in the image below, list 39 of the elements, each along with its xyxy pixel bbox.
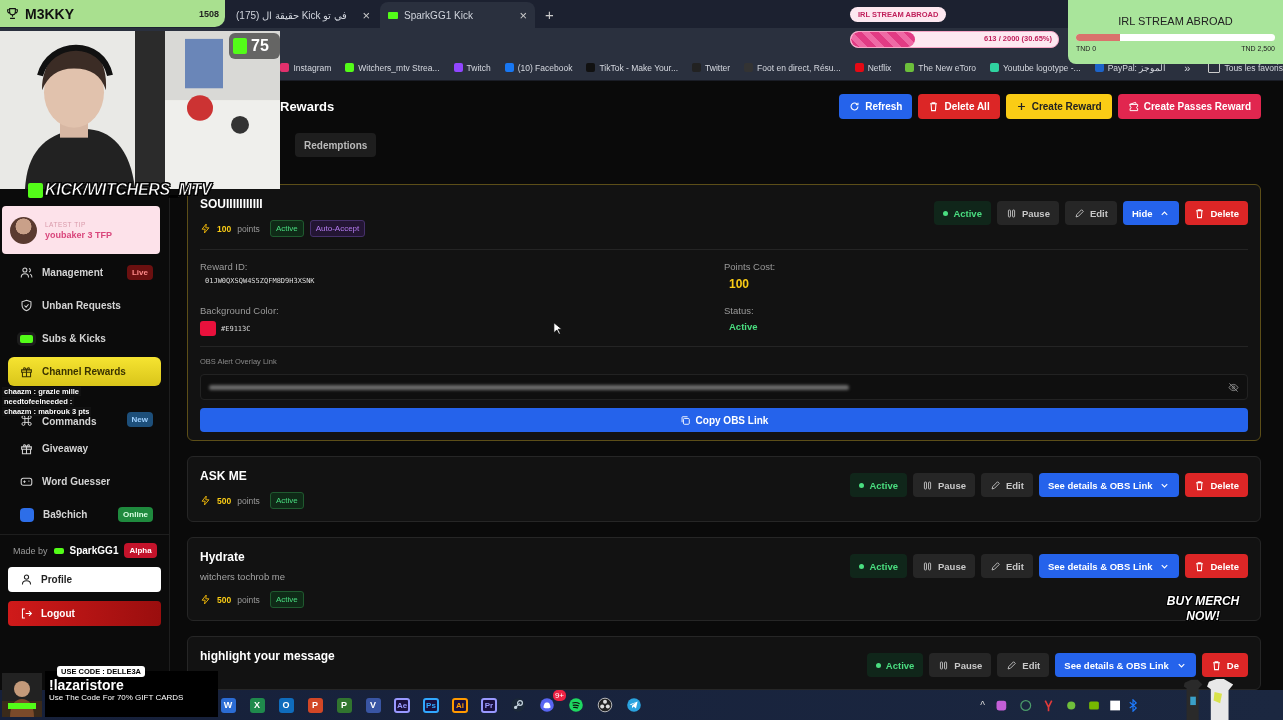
alpha-badge: Alpha — [124, 543, 157, 558]
detail-label: Background Color: — [200, 305, 280, 316]
status-badge: Live — [127, 264, 153, 280]
promo-title: !lazaristore — [49, 677, 124, 693]
points-cost: 100 — [728, 277, 751, 291]
reward-title: highlight your message — [200, 649, 335, 663]
made-by-label: Made by — [13, 545, 48, 556]
channel-name: KICK/WITCHERS_MTV — [45, 181, 212, 199]
reward-description: witchers tochrob me — [200, 571, 286, 582]
promo-text: Use The Code For 70% GIFT CARDS — [49, 693, 184, 702]
goal-title: IRL STREAM ABROAD — [1117, 15, 1234, 27]
points-value: 100 — [217, 223, 232, 234]
notification-badge: 9+ — [552, 690, 566, 701]
reward-title: SOUIIIIIIIIIII — [200, 197, 264, 211]
follower-count: 1508 — [198, 8, 219, 19]
page-title: Rewards — [280, 99, 335, 115]
status-chip: Active — [269, 492, 304, 509]
tag-chip: Auto-Accept — [309, 220, 366, 237]
detail-label: Reward ID: — [200, 261, 249, 272]
status-value: Active — [728, 321, 759, 332]
maker-name: SparkGG1 — [69, 545, 119, 556]
status-badge: Online — [118, 507, 153, 522]
follower-name: M3KKY — [25, 5, 75, 22]
merch-text: BUY MERCH — [1165, 594, 1241, 609]
tip-text: youbaker 3 TFP — [45, 229, 113, 240]
status-badge: New — [126, 412, 153, 427]
status-chip: Active — [269, 591, 304, 608]
points-value: 500 — [217, 495, 232, 506]
detail-label: Status: — [724, 305, 755, 316]
reward-title: ASK ME — [200, 469, 248, 483]
points-label: points — [237, 495, 260, 506]
viewer-count-badge: 75 — [229, 33, 280, 59]
status-chip: Active — [269, 220, 304, 237]
points-label: points — [237, 223, 260, 234]
merch-text: NOW! — [1185, 609, 1221, 624]
reward-title: Hydrate — [200, 550, 246, 564]
detail-label: Points Cost: — [724, 261, 777, 272]
points-label: points — [237, 594, 260, 605]
points-value: 500 — [217, 594, 232, 605]
